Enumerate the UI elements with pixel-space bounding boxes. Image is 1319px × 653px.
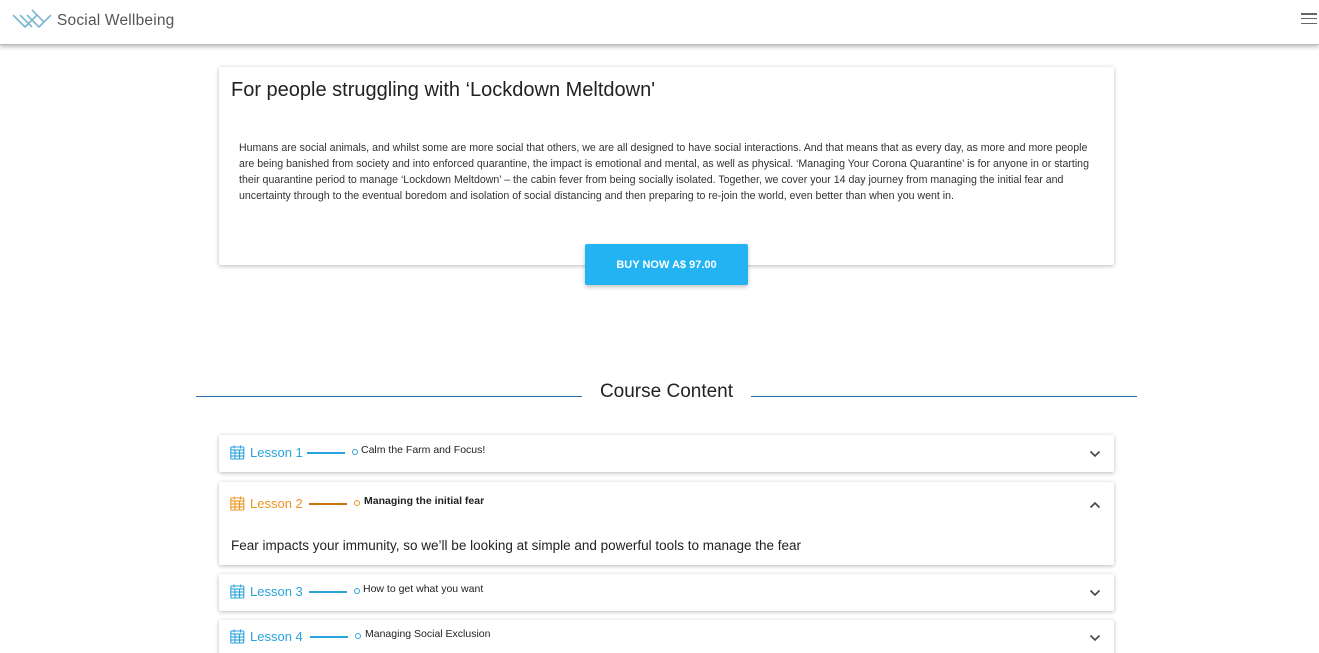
social-wellbeing-logo-icon[interactable] — [12, 8, 52, 34]
lesson-title: Managing the initial fear — [364, 495, 485, 507]
calendar-icon — [230, 445, 245, 460]
lesson-3-accordion[interactable]: Lesson 3 How to get what you want — [219, 574, 1114, 611]
lesson-connector-line — [309, 591, 347, 593]
lesson-connector-line — [310, 636, 348, 638]
lesson-connector-line — [307, 452, 345, 454]
course-description: Humans are social animals, and whilst so… — [239, 142, 1089, 202]
lesson-description: Fear impacts your immunity, so we’ll be … — [231, 538, 802, 553]
lesson-connector-line — [309, 503, 347, 505]
course-intro-card: For people struggling with ‘Lockdown Mel… — [219, 67, 1114, 265]
lesson-title: How to get what you want — [363, 583, 484, 595]
lesson-number: Lesson 2 — [250, 496, 303, 511]
lesson-number: Lesson 4 — [250, 629, 303, 644]
chevron-down-icon[interactable] — [1089, 634, 1101, 642]
buy-now-button[interactable]: BUY NOW A$ 97.00 — [585, 244, 748, 285]
section-divider-left — [196, 396, 582, 397]
lesson-4-accordion[interactable]: Lesson 4 Managing Social Exclusion — [219, 620, 1114, 653]
course-headline: For people struggling with ‘Lockdown Mel… — [231, 79, 656, 101]
timeline-dot-icon — [354, 588, 360, 594]
lesson-2-accordion[interactable]: Lesson 2 Managing the initial fear Fear … — [219, 482, 1114, 565]
hamburger-menu-icon[interactable] — [1301, 13, 1317, 29]
lesson-1-accordion[interactable]: Lesson 1 Calm the Farm and Focus! — [219, 435, 1114, 472]
chevron-down-icon[interactable] — [1089, 450, 1101, 458]
chevron-up-icon[interactable] — [1089, 501, 1101, 509]
lesson-number: Lesson 3 — [250, 584, 303, 599]
brand-name[interactable]: Social Wellbeing — [57, 12, 175, 30]
lesson-title: Managing Social Exclusion — [365, 628, 491, 640]
calendar-icon — [230, 629, 245, 644]
timeline-dot-icon — [355, 633, 361, 639]
section-divider-right — [751, 396, 1137, 397]
lesson-title: Calm the Farm and Focus! — [361, 444, 486, 456]
timeline-dot-icon — [352, 449, 358, 455]
top-bar: Social Wellbeing — [0, 0, 1319, 45]
calendar-icon — [230, 496, 245, 511]
course-content-heading: Course Content — [599, 381, 734, 402]
timeline-dot-icon — [354, 500, 360, 506]
chevron-down-icon[interactable] — [1089, 589, 1101, 597]
lesson-number: Lesson 1 — [250, 445, 303, 460]
calendar-icon — [230, 584, 245, 599]
